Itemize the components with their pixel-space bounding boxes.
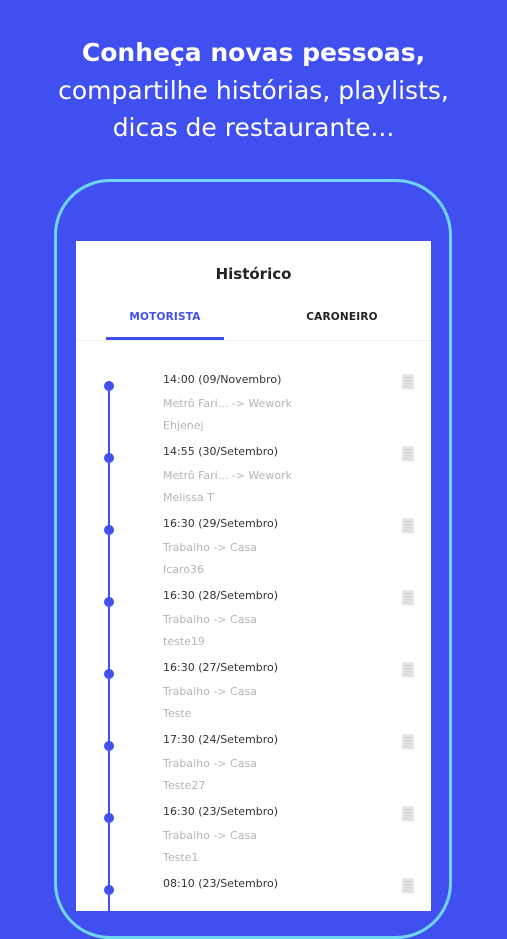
receipt-icon[interactable] xyxy=(401,445,415,463)
history-item-user: Teste1 xyxy=(163,851,199,864)
history-item-user: teste19 xyxy=(163,635,205,648)
history-item-route: Trabalho -> Casa xyxy=(163,613,257,626)
history-item-time: 17:30 (24/Setembro) xyxy=(163,733,279,746)
history-item[interactable]: 16:30 (23/Setembro) Trabalho -> Casa Teste… xyxy=(76,805,431,877)
page-title: Histórico xyxy=(215,265,292,283)
history-item-time: 16:30 (27/Setembro) xyxy=(163,661,279,674)
timeline-dot xyxy=(104,813,114,823)
history-item-time: 16:30 (29/Setembro) xyxy=(163,517,279,530)
history-item-time: 08:10 (23/Setembro) xyxy=(163,877,279,890)
history-item[interactable]: 08:10 (23/Setembro) xyxy=(76,877,431,911)
receipt-icon[interactable] xyxy=(401,805,415,823)
receipt-icon[interactable] xyxy=(401,877,415,895)
tab-caroneiro[interactable]: CARONEIRO xyxy=(283,311,401,323)
promo-line-3: dicas de restaurante... xyxy=(112,113,395,142)
tab-motorista[interactable]: MOTORISTA xyxy=(106,311,224,323)
receipt-icon[interactable] xyxy=(401,373,415,391)
history-item[interactable]: 16:30 (29/Setembro) Trabalho -> Casa Icaro… xyxy=(76,517,431,589)
history-item-time: 16:30 (23/Setembro) xyxy=(163,805,279,818)
history-item-user: Teste xyxy=(163,707,192,720)
timeline-dot xyxy=(104,885,114,895)
promo-line-2: compartilhe histórias, playlists, xyxy=(58,76,449,105)
history-item[interactable]: 16:30 (28/Setembro) Trabalho -> Casa teste… xyxy=(76,589,431,661)
history-item-route: Trabalho -> Casa xyxy=(163,757,257,770)
promo-headline: Conheça novas pessoas, compartilhe histó… xyxy=(0,34,507,146)
history-item-user: Melissa T xyxy=(163,491,214,504)
history-item-route: Trabalho -> Casa xyxy=(163,541,257,554)
receipt-icon[interactable] xyxy=(401,517,415,535)
history-item-user: Teste27 xyxy=(163,779,206,792)
receipt-icon[interactable] xyxy=(401,733,415,751)
history-item-user: Icaro36 xyxy=(163,563,205,576)
history-item-time: 14:55 (30/Setembro) xyxy=(163,445,279,458)
history-item-route: Metrô Fari... -> Wework xyxy=(163,397,293,410)
history-item-route: Trabalho -> Casa xyxy=(163,685,257,698)
history-item[interactable]: 14:55 (30/Setembro) Metrô Fari... -> Wewo… xyxy=(76,445,431,517)
history-item-route: Trabalho -> Casa xyxy=(163,829,257,842)
history-item[interactable]: 17:30 (24/Setembro) Trabalho -> Casa Teste… xyxy=(76,733,431,805)
history-item[interactable]: 16:30 (27/Setembro) Trabalho -> Casa Teste xyxy=(76,661,431,733)
timeline-dot xyxy=(104,597,114,607)
timeline-dot xyxy=(104,525,114,535)
receipt-icon[interactable] xyxy=(401,589,415,607)
history-item-user: Ehjenej xyxy=(163,419,204,432)
timeline-dot xyxy=(104,669,114,679)
timeline-dot xyxy=(104,381,114,391)
history-item-time: 16:30 (28/Setembro) xyxy=(163,589,279,602)
app-screen: Histórico MOTORISTA CARONEIRO 14:00 (09/… xyxy=(76,241,431,911)
history-item-route: Metrô Fari... -> Wework xyxy=(163,469,293,482)
history-item[interactable]: 14:00 (09/Novembro) Metrô Fari... -> Wewo… xyxy=(76,373,431,445)
timeline-dot xyxy=(104,453,114,463)
receipt-icon[interactable] xyxy=(401,661,415,679)
timeline-dot xyxy=(104,741,114,751)
history-item-time: 14:00 (09/Novembro) xyxy=(163,373,282,386)
tab-divider xyxy=(76,340,431,341)
promo-line-1: Conheça novas pessoas, xyxy=(81,38,426,67)
